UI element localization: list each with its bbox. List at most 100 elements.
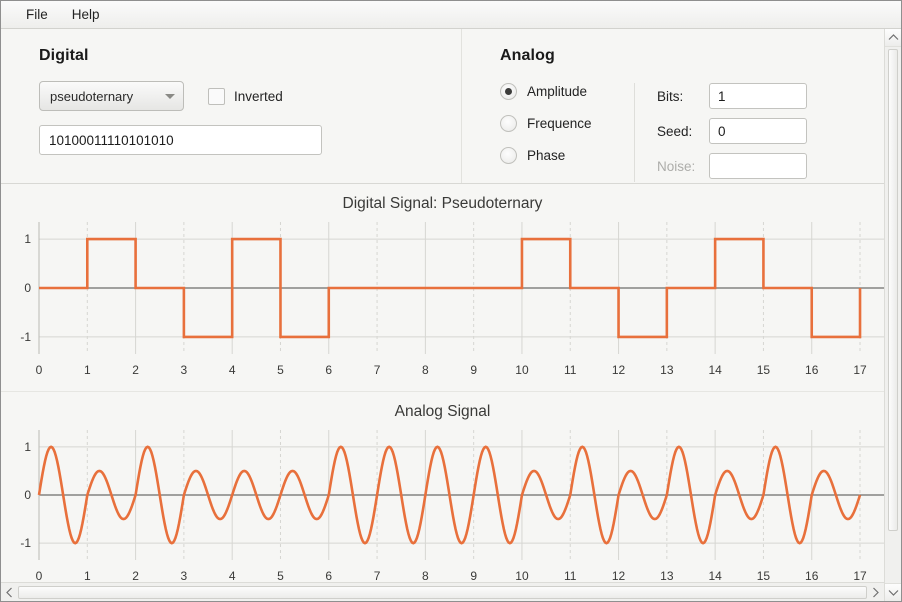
svg-text:1: 1 [84, 363, 91, 377]
svg-text:15: 15 [757, 569, 771, 582]
analog-signal-chart: Analog Signal 0 1 2 3 4 5 6 7 8 9 10 11 12 13 14 15 16 17… [1, 392, 884, 582]
noise-field-row: Noise: [657, 153, 884, 179]
panel-divider [634, 83, 635, 182]
seed-field-row: Seed: 0 [657, 118, 884, 144]
analog-fields: Bits: 1 Seed: 0 Noise: [657, 81, 884, 188]
noise-input[interactable] [709, 153, 807, 179]
svg-text:16: 16 [805, 569, 819, 582]
svg-text:12: 12 [612, 569, 626, 582]
seed-input[interactable]: 0 [709, 118, 807, 144]
menu-item-help[interactable]: Help [61, 4, 111, 25]
digital-panel: Digital pseudoternary Inverted 101000111… [1, 29, 461, 183]
chevron-up-icon[interactable] [885, 29, 901, 47]
svg-text:0: 0 [24, 281, 31, 295]
chevron-up-glyph [888, 34, 898, 40]
digital-chart-title: Digital Signal: Pseudoternary [342, 195, 543, 212]
bits-field-row: Bits: 1 [657, 83, 884, 109]
radio-button-icon [500, 147, 517, 164]
bitstream-input[interactable]: 10100011110101010 [39, 125, 322, 155]
bits-input[interactable]: 1 [709, 83, 807, 109]
horizontal-scroll-thumb[interactable] [18, 585, 867, 599]
inverted-checkbox[interactable]: Inverted [208, 87, 283, 105]
digital-panel-title: Digital [39, 47, 89, 64]
control-panels: Digital pseudoternary Inverted 101000111… [1, 29, 884, 184]
svg-text:5: 5 [277, 569, 284, 582]
svg-text:17: 17 [853, 363, 867, 377]
digital-plot-svg: 0 1 2 3 4 5 6 7 8 9 10 11 12 13 14 15 16 17-101 [1, 214, 884, 384]
svg-text:6: 6 [325, 363, 332, 377]
radio-button-icon [500, 83, 517, 100]
svg-text:10: 10 [515, 363, 529, 377]
window-body: Digital pseudoternary Inverted 101000111… [1, 29, 901, 601]
seed-input-value: 0 [718, 123, 726, 139]
menu-bar: File Help [1, 1, 901, 29]
svg-text:0: 0 [36, 363, 43, 377]
inverted-checkbox-label: Inverted [234, 88, 283, 104]
vertical-scroll-track[interactable] [885, 47, 901, 583]
content-column: Digital pseudoternary Inverted 101000111… [1, 29, 884, 601]
chevron-down-icon[interactable] [885, 583, 901, 601]
radio-frequence[interactable]: Frequence [500, 115, 630, 132]
radio-button-icon [500, 115, 517, 132]
encoding-select-value: pseudoternary [50, 88, 134, 104]
svg-text:3: 3 [181, 363, 188, 377]
chevron-left-icon[interactable] [1, 584, 18, 601]
analog-plot-svg: 0 1 2 3 4 5 6 7 8 9 10 11 12 13 14 15 16 17-101 [1, 422, 884, 582]
menu-item-file[interactable]: File [15, 4, 59, 25]
checkbox-box-icon [208, 87, 225, 105]
svg-text:15: 15 [757, 363, 771, 377]
svg-text:4: 4 [229, 363, 236, 377]
application-window: File Help Digital pseudoternary Inverted… [0, 0, 902, 602]
vertical-scrollbar[interactable] [884, 29, 901, 601]
digital-plot-area: 0 1 2 3 4 5 6 7 8 9 10 11 12 13 14 15 16 17 -1 0 1 [1, 214, 884, 384]
svg-text:4: 4 [229, 569, 236, 582]
digital-signal-chart: Digital Signal: Pseudoternary 0123456789… [1, 184, 884, 392]
radio-amplitude-label: Amplitude [527, 84, 588, 99]
svg-text:11: 11 [564, 569, 577, 582]
svg-text:8: 8 [422, 363, 429, 377]
chevron-down-glyph [888, 590, 898, 596]
analog-plot-area: 0 1 2 3 4 5 6 7 8 9 10 11 12 13 14 15 16 17 -1 0 1 [1, 422, 884, 582]
radio-phase[interactable]: Phase [500, 147, 630, 164]
svg-text:13: 13 [660, 363, 674, 377]
svg-text:1: 1 [24, 232, 31, 246]
svg-text:9: 9 [470, 363, 477, 377]
svg-text:6: 6 [325, 569, 332, 582]
svg-text:3: 3 [181, 569, 188, 582]
svg-text:13: 13 [660, 569, 674, 582]
digital-controls-row: pseudoternary Inverted [39, 81, 461, 111]
analog-panel-title: Analog [500, 47, 555, 64]
chevron-right-glyph [873, 587, 879, 597]
vertical-scroll-thumb[interactable] [888, 49, 898, 531]
svg-text:14: 14 [708, 569, 722, 582]
svg-text:0: 0 [24, 488, 31, 502]
scroll-viewport: Digital pseudoternary Inverted 101000111… [1, 29, 884, 582]
seed-field-label: Seed: [657, 123, 693, 139]
horizontal-scroll-track[interactable] [18, 585, 867, 600]
svg-text:14: 14 [708, 363, 722, 377]
svg-text:8: 8 [422, 569, 429, 582]
encoding-select[interactable]: pseudoternary [39, 81, 184, 111]
radio-phase-label: Phase [527, 148, 566, 163]
analog-body: Amplitude Frequence Phase Bits: 1 Seed: … [500, 81, 884, 188]
svg-text:-1: -1 [20, 536, 31, 550]
horizontal-scrollbar[interactable] [1, 582, 884, 601]
svg-text:7: 7 [374, 569, 381, 582]
svg-text:-1: -1 [20, 330, 31, 344]
radio-amplitude[interactable]: Amplitude [500, 83, 630, 100]
chevron-down-icon [165, 93, 175, 99]
noise-field-label: Noise: [657, 158, 696, 174]
radio-frequence-label: Frequence [527, 116, 592, 131]
svg-text:5: 5 [277, 363, 284, 377]
svg-text:9: 9 [470, 569, 477, 582]
modulation-radio-group: Amplitude Frequence Phase [500, 81, 630, 188]
svg-text:11: 11 [564, 363, 577, 377]
chevron-left-glyph [6, 587, 12, 597]
analog-panel: Analog Amplitude Frequence Phase Bits: 1… [461, 29, 884, 183]
bits-field-label: Bits: [657, 88, 684, 104]
svg-text:2: 2 [132, 363, 139, 377]
svg-text:1: 1 [24, 440, 31, 454]
svg-text:2: 2 [132, 569, 139, 582]
chevron-right-icon[interactable] [867, 584, 884, 601]
bits-input-value: 1 [718, 88, 726, 104]
